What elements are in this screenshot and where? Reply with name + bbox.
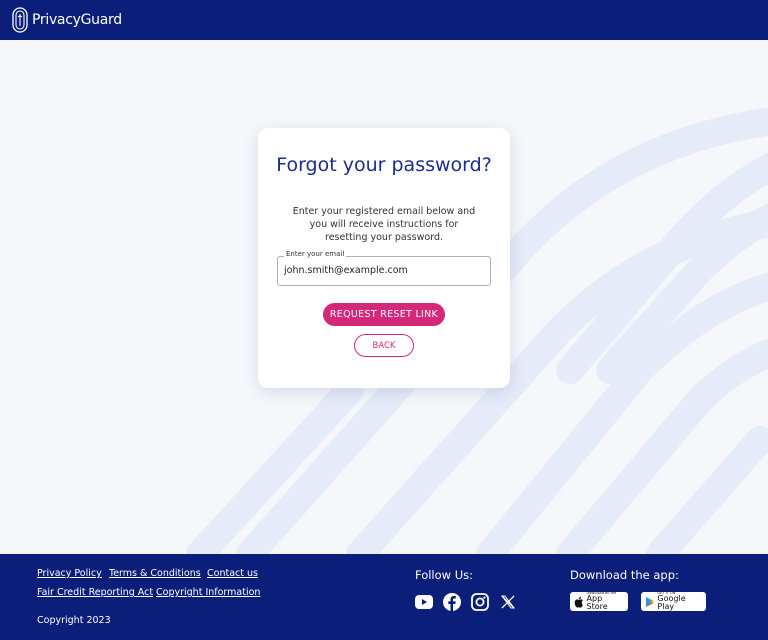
facebook-icon[interactable] (443, 593, 461, 611)
youtube-icon[interactable] (415, 593, 433, 611)
terms-conditions-link[interactable]: Terms & Conditions (109, 568, 201, 579)
email-input[interactable] (284, 265, 484, 276)
forgot-password-card: Forgot your password? Enter your registe… (258, 128, 510, 388)
copyright-text: Copyright 2023 (37, 615, 111, 626)
copyright-information-link[interactable]: Copyright Information (156, 587, 260, 598)
instagram-icon[interactable] (471, 593, 489, 611)
back-button[interactable]: BACK (354, 334, 414, 357)
app-store-big-text: App Store (586, 594, 608, 612)
footer: Privacy Policy Terms & Conditions Contac… (0, 554, 768, 640)
instructions-text: Enter your registered email below and yo… (292, 206, 476, 243)
privacy-policy-link[interactable]: Privacy Policy (37, 568, 102, 579)
brand-name: PrivacyGuard (32, 12, 122, 28)
fcra-link[interactable]: Fair Credit Reporting Act (37, 587, 153, 598)
contact-us-link[interactable]: Contact us (207, 568, 258, 579)
page-title: Forgot your password? (276, 154, 492, 176)
main-content: Forgot your password? Enter your registe… (0, 40, 768, 554)
google-play-icon (645, 596, 655, 607)
email-field-label: Enter your email (284, 250, 347, 258)
app-store-badge[interactable]: Download on the App Store (570, 591, 628, 612)
brand-logo[interactable]: PrivacyGuard (12, 7, 122, 33)
x-icon[interactable] (499, 593, 517, 611)
apple-icon (574, 596, 583, 608)
fingerprint-icon (12, 7, 28, 33)
download-app-label: Download the app: (570, 568, 679, 582)
google-play-badge[interactable]: GET IT ON Google Play (641, 591, 706, 612)
email-field[interactable]: Enter your email (277, 250, 491, 286)
google-play-big-text: Google Play (657, 594, 686, 612)
follow-us-label: Follow Us: (415, 568, 474, 582)
request-reset-link-button[interactable]: REQUEST RESET LINK (323, 303, 445, 326)
top-header: PrivacyGuard (0, 0, 768, 40)
